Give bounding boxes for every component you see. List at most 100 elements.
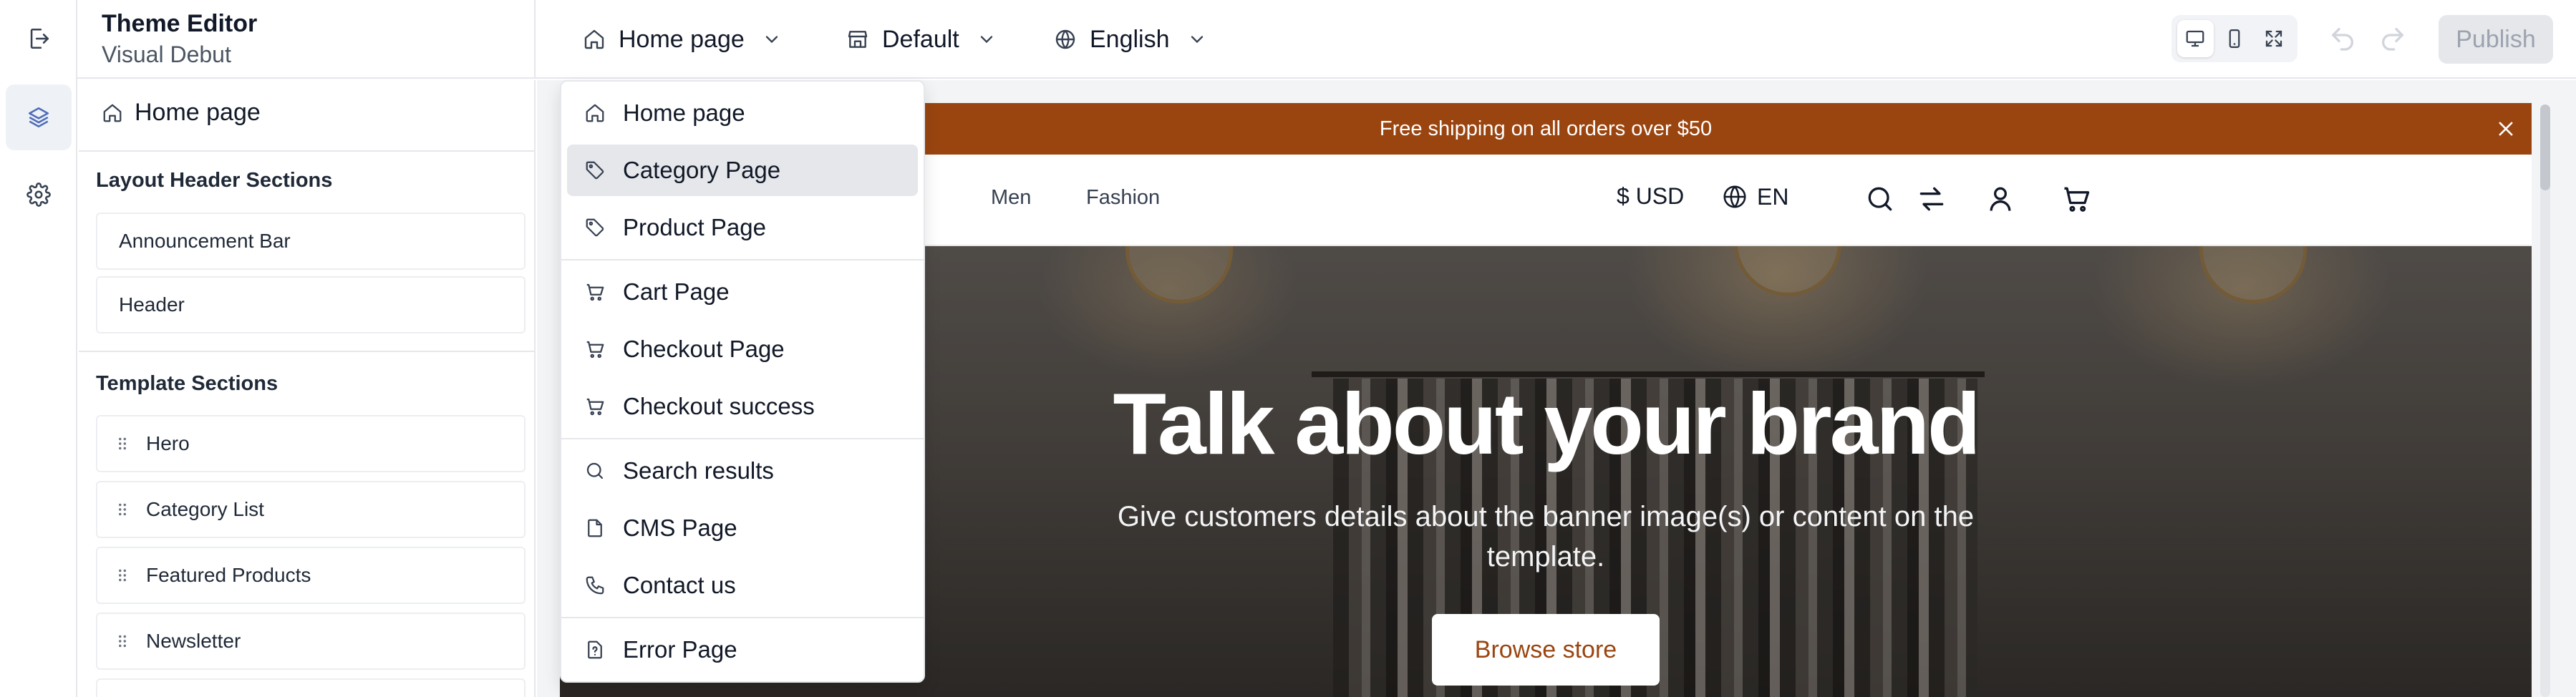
chevron-down-icon [1187, 29, 1207, 49]
sections-tab-button[interactable] [6, 84, 72, 150]
menu-divider [561, 438, 924, 439]
sidebar-divider [79, 150, 534, 152]
section-item-category-list[interactable]: Category List [96, 481, 526, 538]
file-question-icon [584, 639, 606, 661]
undo-icon [2328, 24, 2357, 53]
section-item-newsletter[interactable]: Newsletter [96, 613, 526, 670]
exit-editor-button[interactable] [6, 6, 72, 72]
menu-item-label: Error Page [623, 636, 737, 663]
currency-selector[interactable]: $ USD [1617, 183, 1684, 210]
menu-item-label: Checkout Page [623, 336, 785, 362]
undo-button[interactable] [2328, 24, 2357, 53]
chevron-down-icon [762, 29, 782, 49]
user-icon[interactable] [1985, 183, 2016, 215]
scrollbar-thumb[interactable] [2540, 104, 2550, 190]
theme-select-label: Default [882, 25, 959, 53]
app-subtitle: Visual Debut [102, 42, 231, 67]
device-switcher [2171, 15, 2297, 62]
sidebar-title: Home page [102, 99, 261, 127]
editor-header: Theme Editor Visual Debut Home page Defa… [77, 0, 2576, 79]
exit-icon [26, 26, 51, 51]
menu-divider [561, 617, 924, 618]
menu-item-label: Product Page [623, 214, 766, 240]
theme-select-dropdown[interactable]: Default [846, 17, 997, 62]
drag-handle-icon[interactable] [113, 433, 132, 454]
chevron-down-icon [977, 29, 997, 49]
menu-item-checkout-page[interactable]: Checkout Page [567, 323, 918, 375]
section-item-label: Header [119, 293, 185, 316]
menu-item-cms-page[interactable]: CMS Page [567, 502, 918, 554]
menu-item-label: CMS Page [623, 515, 737, 541]
menu-item-label: Contact us [623, 572, 736, 598]
menu-item-search-results[interactable]: Search results [567, 445, 918, 497]
menu-item-cart-page[interactable]: Cart Page [567, 266, 918, 318]
settings-tab-button[interactable] [6, 162, 72, 228]
cart-icon [584, 396, 606, 417]
globe-icon [1721, 183, 1748, 210]
currency-label: $ USD [1617, 183, 1685, 209]
announcement-text: Free shipping on all orders over $50 [1379, 117, 1713, 140]
drag-handle-icon[interactable] [113, 630, 132, 652]
redo-button[interactable] [2378, 24, 2407, 53]
menu-item-home-page[interactable]: Home page [567, 87, 918, 139]
tag-icon [584, 160, 606, 181]
phone-device-icon [2224, 28, 2245, 49]
layers-icon [26, 105, 51, 130]
expand-icon [2263, 28, 2285, 49]
nav-link-men[interactable]: Men [991, 186, 1031, 210]
menu-item-category-page[interactable]: Category Page [567, 145, 918, 196]
page-select-menu: Home page Category Page Product Page Car… [560, 80, 925, 683]
desktop-view-button[interactable] [2177, 20, 2214, 57]
monitor-icon [2184, 28, 2206, 49]
section-item-label: Featured Products [146, 564, 311, 586]
menu-item-label: Category Page [623, 157, 781, 183]
section-item-featured-products[interactable]: Featured Products [96, 547, 526, 604]
home-icon [584, 102, 606, 124]
mobile-view-button[interactable] [2217, 20, 2253, 57]
section-item-label: Announcement Bar [119, 230, 291, 252]
redo-icon [2378, 24, 2407, 53]
language-select-label: English [1090, 25, 1170, 53]
drag-handle-icon[interactable] [113, 499, 132, 520]
file-icon [584, 517, 606, 539]
store-language-selector[interactable]: EN [1721, 183, 1788, 210]
gear-icon [26, 182, 51, 207]
app-title: Theme Editor [102, 10, 258, 37]
section-item-hero[interactable]: Hero [96, 415, 526, 472]
nav-link-fashion[interactable]: Fashion [1086, 186, 1160, 210]
menu-item-error-page[interactable]: Error Page [567, 624, 918, 676]
page-select-label: Home page [619, 25, 745, 53]
section-item-announcement-bar[interactable]: Announcement Bar [96, 213, 526, 270]
search-icon[interactable] [1864, 183, 1896, 215]
publish-button[interactable]: Publish [2439, 15, 2553, 64]
browse-store-button[interactable]: Browse store [1432, 614, 1660, 686]
drag-handle-icon[interactable] [113, 565, 132, 586]
compare-icon[interactable] [1916, 183, 1947, 215]
preview-scrollbar[interactable] [2540, 104, 2550, 697]
section-item-label: Category List [146, 498, 264, 520]
icon-rail [0, 0, 77, 697]
sidebar-divider [79, 351, 534, 352]
section-item-header[interactable]: Header [96, 276, 526, 333]
page-select-dropdown[interactable]: Home page [583, 17, 782, 62]
header-sections-heading: Layout Header Sections [96, 169, 333, 192]
language-select-dropdown[interactable]: English [1054, 17, 1207, 62]
home-icon [102, 102, 123, 124]
phone-icon [584, 575, 606, 596]
menu-item-checkout-success[interactable]: Checkout success [567, 381, 918, 432]
menu-item-contact-us[interactable]: Contact us [567, 560, 918, 611]
menu-item-label: Home page [623, 99, 745, 126]
menu-item-label: Cart Page [623, 278, 730, 305]
search-icon [584, 460, 606, 482]
fullscreen-button[interactable] [2255, 20, 2292, 57]
app-brand: Theme Editor Visual Debut [102, 9, 257, 70]
sections-sidebar: Home page Layout Header Sections Announc… [79, 80, 536, 697]
section-item-partial[interactable] [96, 678, 526, 697]
cart-icon[interactable] [2061, 183, 2092, 215]
close-icon[interactable] [2496, 119, 2516, 139]
menu-item-product-page[interactable]: Product Page [567, 202, 918, 253]
section-item-label: Newsletter [146, 630, 241, 652]
sidebar-title-label: Home page [135, 99, 261, 126]
menu-item-label: Checkout success [623, 393, 815, 419]
hero-description: Give customers details about the banner … [1117, 501, 1975, 572]
